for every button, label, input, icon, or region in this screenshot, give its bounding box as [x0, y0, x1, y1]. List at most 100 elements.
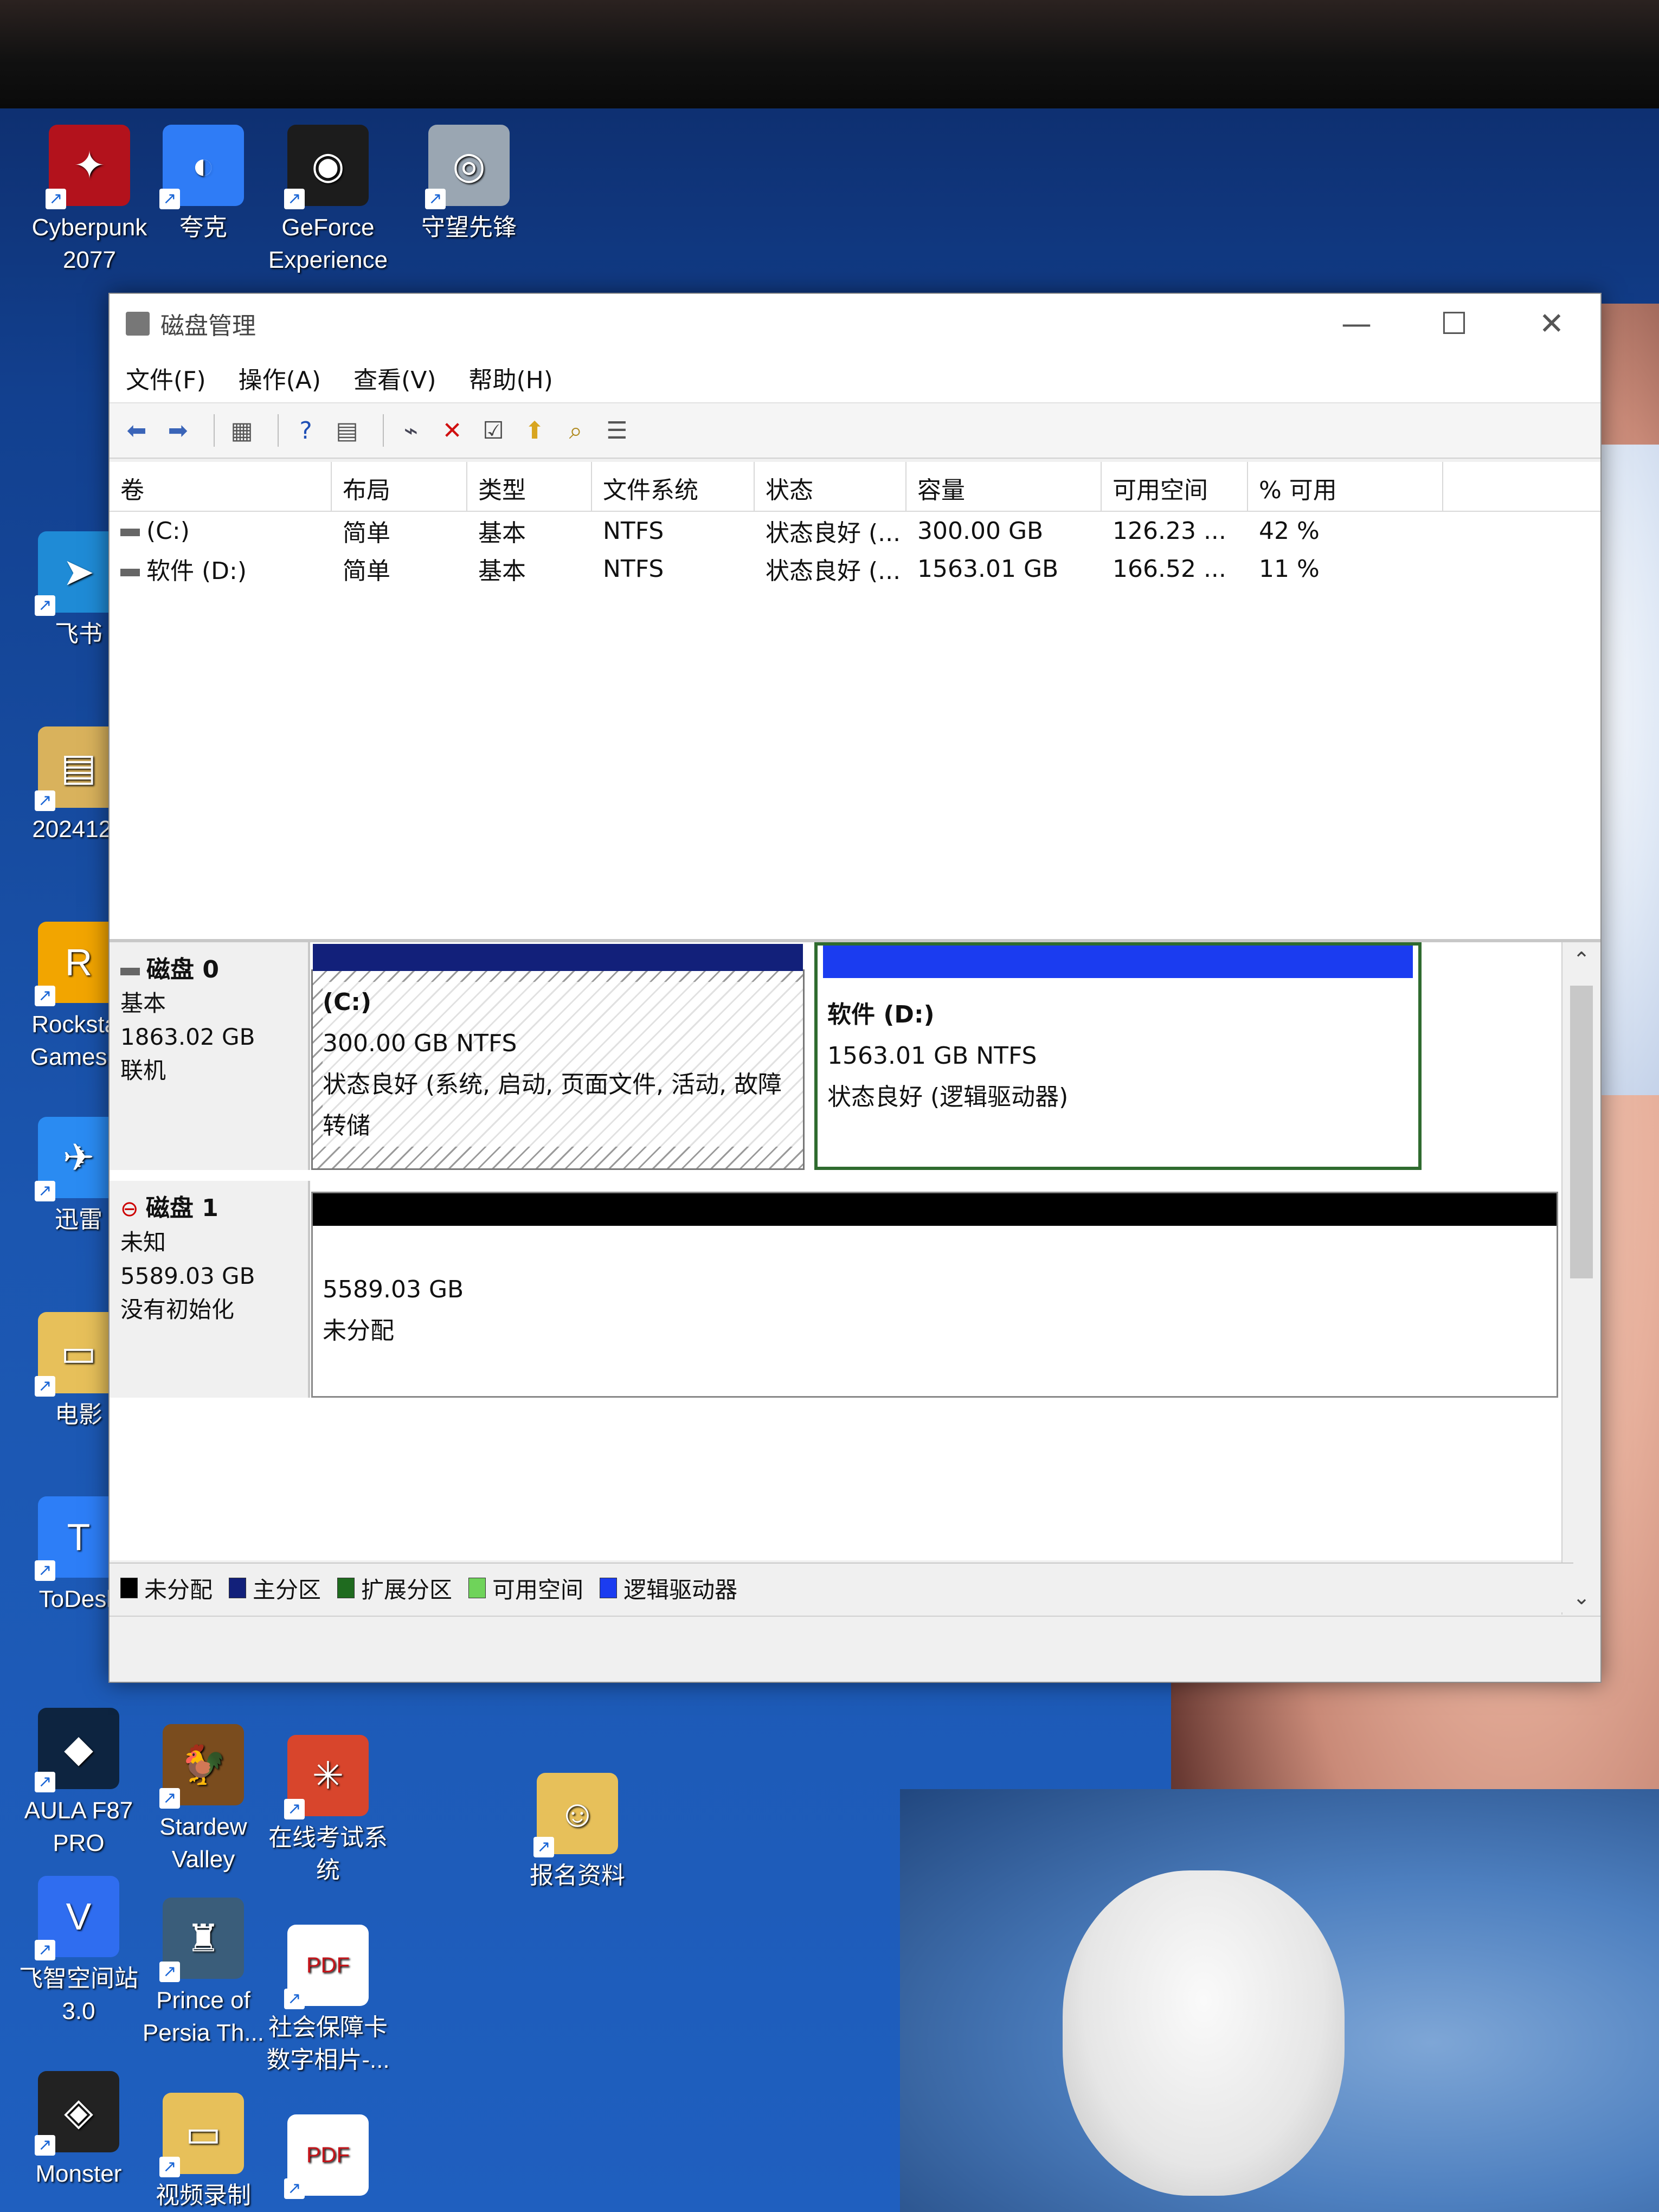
desktop-icon[interactable]: PDF ↗	[260, 2114, 396, 2201]
volume-list: 卷 布局 类型 文件系统 状态 容量 可用空间 % 可用 (C:) 简单 基本 …	[110, 462, 1600, 942]
column-header-status[interactable]: 状态	[755, 462, 906, 511]
column-header-free-space[interactable]: 可用空间	[1102, 462, 1248, 511]
shortcut-arrow-icon: ↗	[425, 189, 446, 209]
column-header-percent-free[interactable]: % 可用	[1248, 462, 1443, 511]
partition-d[interactable]: 软件 (D:) 1563.01 GB NTFS 状态良好 (逻辑驱动器)	[814, 942, 1422, 1170]
volume-type: 基本	[478, 557, 526, 585]
volume-percent-free: 11 %	[1259, 555, 1320, 583]
legend: 未分配 主分区 扩展分区 可用空间 逻辑驱动器	[110, 1562, 1573, 1612]
shortcut-arrow-icon: ↗	[284, 1799, 305, 1819]
logical-drive-bar	[823, 946, 1413, 978]
partition-c-title: (C:)	[323, 988, 372, 1016]
desktop-icon[interactable]: ▭ ↗ 视频录制	[136, 2093, 271, 2212]
partition-c[interactable]: (C:) 300.00 GB NTFS 状态良好 (系统, 启动, 页面文件, …	[311, 944, 805, 1170]
primary-partition-bar	[313, 944, 803, 971]
disk-map: 磁盘 0 基本 1863.02 GB 联机 (C:) 300.00 GB NTF…	[110, 942, 1562, 1560]
search-icon[interactable]: ⌕	[560, 414, 592, 447]
wallpaper-mitten	[1063, 1870, 1345, 2196]
desktop-icon[interactable]: ◉ ↗ GeForce Experience	[260, 125, 396, 276]
volume-name: (C:)	[146, 517, 190, 545]
desktop-icon[interactable]: V ↗ 飞智空间站 3.0	[11, 1876, 146, 2028]
delete-icon[interactable]: ✕	[436, 414, 468, 447]
app-icon: ☺ ↗	[533, 1773, 618, 1857]
desktop-icon-label: 飞智空间站 3.0	[19, 1965, 138, 2024]
table-row[interactable]: 软件 (D:) 简单 基本 NTFS 状态良好 (... 1563.01 GB …	[110, 550, 1600, 588]
minimize-button[interactable]: —	[1308, 294, 1405, 353]
desktop-icon-label: AULA F87 PRO	[24, 1797, 133, 1856]
desktop-icon[interactable]: ☺ ↗ 报名资料	[510, 1773, 645, 1892]
toolbar: ⬅ ➡ ▦ ? ▤ ⌁ ✕ ☑ ⬆ ⌕ ☰	[110, 403, 1600, 459]
check-icon[interactable]: ☑	[477, 414, 510, 447]
menu-file[interactable]: 文件(F)	[126, 361, 206, 395]
desktop-icon[interactable]: ◆ ↗ AULA F87 PRO	[11, 1708, 146, 1860]
back-arrow-icon[interactable]: ⬅	[120, 414, 153, 447]
shortcut-arrow-icon: ↗	[35, 595, 55, 616]
unallocated-status: 未分配	[323, 1317, 394, 1345]
desktop-icon-label: 在线考试系统	[268, 1824, 388, 1883]
shortcut-arrow-icon: ↗	[35, 1181, 55, 1201]
app-icon: T ↗	[35, 1496, 119, 1581]
shortcut-arrow-icon: ↗	[159, 1788, 180, 1809]
desktop-icon[interactable]: 🐓 ↗ Stardew Valley	[136, 1724, 271, 1876]
desktop-icon[interactable]: ✳ ↗ 在线考试系统	[260, 1735, 396, 1887]
monitor-bezel	[0, 0, 1659, 108]
volume-status: 状态良好 (...	[766, 519, 901, 547]
desktop-icon-label: 报名资料	[530, 1862, 625, 1889]
desktop-icon[interactable]: ◐ ↗ 夸克	[136, 125, 271, 244]
scroll-up-icon[interactable]: ⌃	[1562, 948, 1600, 972]
legend-extended-partition: 扩展分区	[337, 1572, 452, 1605]
disk-1-label[interactable]: ⊖ 磁盘 1 未知 5589.03 GB 没有初始化	[110, 1181, 310, 1398]
column-header-type[interactable]: 类型	[467, 462, 592, 511]
title-bar[interactable]: 磁盘管理 — ☐ ✕	[110, 294, 1600, 353]
shortcut-arrow-icon: ↗	[35, 1376, 55, 1397]
desktop-icon[interactable]: ◈ ↗ Monster	[11, 2071, 146, 2190]
menu-help[interactable]: 帮助(H)	[469, 361, 553, 395]
scroll-thumb[interactable]	[1570, 986, 1593, 1278]
help-icon[interactable]: ?	[290, 414, 322, 447]
desktop-icon-label: Stardew Valley	[159, 1814, 247, 1873]
menu-bar: 文件(F) 操作(A) 查看(V) 帮助(H)	[110, 353, 1600, 403]
volume-layout: 简单	[343, 519, 390, 547]
volume-capacity: 300.00 GB	[917, 517, 1044, 545]
desktop-icon[interactable]: ♜ ↗ Prince of Persia Th...	[136, 1898, 271, 2049]
column-header-layout[interactable]: 布局	[332, 462, 467, 511]
close-button[interactable]: ✕	[1503, 294, 1600, 353]
desktop-icon[interactable]: ◎ ↗ 守望先锋	[401, 125, 537, 244]
vertical-scrollbar[interactable]: ⌃ ⌄	[1561, 942, 1600, 1615]
app-icon: ◐ ↗	[159, 125, 244, 209]
shortcut-arrow-icon: ↗	[35, 986, 55, 1006]
disk-1-status: 没有初始化	[120, 1296, 235, 1323]
volume-type: 基本	[478, 519, 526, 547]
app-icon: V ↗	[35, 1876, 119, 1960]
disk-0-label[interactable]: 磁盘 0 基本 1863.02 GB 联机	[110, 942, 310, 1170]
menu-action[interactable]: 操作(A)	[239, 361, 321, 395]
up-folder-icon[interactable]: ⬆	[518, 414, 551, 447]
uninitialized-disk-icon: ⊖	[120, 1197, 139, 1221]
column-header-volume[interactable]: 卷	[110, 462, 332, 511]
connect-icon[interactable]: ⌁	[395, 414, 427, 447]
volume-capacity: 1563.01 GB	[917, 555, 1059, 583]
console-tree-icon[interactable]: ▦	[226, 414, 258, 447]
legend-free-space: 可用空间	[468, 1572, 583, 1605]
forward-arrow-icon[interactable]: ➡	[162, 414, 194, 447]
volume-status: 状态良好 (...	[766, 557, 901, 585]
list-icon[interactable]: ☰	[601, 414, 633, 447]
desktop-icon[interactable]: PDF ↗ 社会保障卡数字相片-...	[260, 1925, 396, 2076]
app-icon: ▤ ↗	[35, 726, 119, 811]
table-row[interactable]: (C:) 简单 基本 NTFS 状态良好 (... 300.00 GB 126.…	[110, 512, 1600, 550]
column-header-filesystem[interactable]: 文件系统	[592, 462, 755, 511]
maximize-button[interactable]: ☐	[1405, 294, 1503, 353]
app-icon: PDF ↗	[284, 1925, 369, 2009]
app-icon: ◈ ↗	[35, 2071, 119, 2156]
menu-view[interactable]: 查看(V)	[353, 361, 436, 395]
column-header-capacity[interactable]: 容量	[906, 462, 1102, 511]
app-icon: ◎ ↗	[425, 125, 510, 209]
legend-primary-partition: 主分区	[229, 1572, 321, 1605]
disk-1-name: 磁盘 1	[145, 1194, 218, 1222]
properties-icon[interactable]: ▤	[331, 414, 363, 447]
unallocated-space[interactable]: 5589.03 GB 未分配	[311, 1192, 1558, 1398]
disk-0-size: 1863.02 GB	[120, 1024, 255, 1050]
window-title: 磁盘管理	[160, 312, 256, 340]
disk-1-size: 5589.03 GB	[120, 1263, 255, 1289]
toolbar-separator	[278, 414, 279, 447]
